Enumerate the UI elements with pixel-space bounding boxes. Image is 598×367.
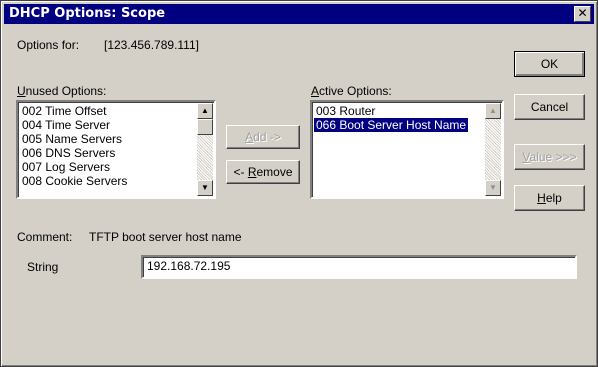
list-item[interactable]: 004 Time Server	[20, 118, 129, 132]
options-for-value: [123.456.789.111]	[104, 38, 199, 52]
value-button[interactable]: Value >>>	[514, 144, 585, 170]
comment-label: Comment:	[17, 230, 73, 244]
unused-options-listbox[interactable]: 002 Time Offset 004 Time Server 005 Name S…	[16, 100, 216, 199]
comment-text: TFTP boot server host name	[89, 230, 242, 244]
unused-options-list: 002 Time Offset 004 Time Server 005 Name S…	[20, 104, 129, 188]
list-item[interactable]: 005 Name Servers	[20, 132, 129, 146]
scroll-thumb[interactable]	[197, 119, 213, 135]
close-icon[interactable]: ✕	[574, 6, 591, 22]
list-item[interactable]: 006 DNS Servers	[20, 146, 129, 160]
dhcp-options-dialog: DHCP Options: Scope ✕ Options for: [123.…	[0, 0, 598, 367]
cancel-button[interactable]: Cancel	[514, 94, 585, 120]
remove-button[interactable]: <- Remove	[226, 160, 300, 184]
window-title: DHCP Options: Scope	[9, 6, 166, 21]
list-item[interactable]: 008 Cookie Servers	[20, 174, 129, 188]
string-input[interactable]: 192.168.72.195	[141, 255, 577, 279]
active-options-listbox[interactable]: 003 Router 066 Boot Server Host Name ▲ ▼	[310, 100, 504, 199]
unused-options-scrollbar[interactable]: ▲ ▼	[197, 103, 213, 196]
active-options-list: 003 Router 066 Boot Server Host Name	[314, 104, 469, 132]
string-label: String	[27, 260, 59, 274]
down-arrow-icon[interactable]: ▼	[197, 180, 213, 196]
help-button[interactable]: Help	[514, 185, 585, 211]
list-item[interactable]: 002 Time Offset	[20, 104, 129, 118]
unused-options-label: Unused Options:	[17, 84, 107, 98]
active-options-label: Active Options:	[311, 84, 392, 98]
list-item[interactable]: 007 Log Servers	[20, 160, 129, 174]
up-arrow-icon[interactable]: ▲	[485, 103, 501, 119]
title-bar: DHCP Options: Scope ✕	[4, 4, 594, 24]
active-options-scrollbar[interactable]: ▲ ▼	[485, 103, 501, 196]
up-arrow-icon[interactable]: ▲	[197, 103, 213, 119]
add-button[interactable]: Add ->	[226, 125, 300, 149]
list-item[interactable]: 003 Router	[314, 104, 468, 118]
down-arrow-icon[interactable]: ▼	[485, 180, 501, 196]
list-item[interactable]: 066 Boot Server Host Name	[314, 118, 469, 132]
options-for-label: Options for:	[17, 38, 80, 52]
ok-button[interactable]: OK	[514, 51, 585, 77]
